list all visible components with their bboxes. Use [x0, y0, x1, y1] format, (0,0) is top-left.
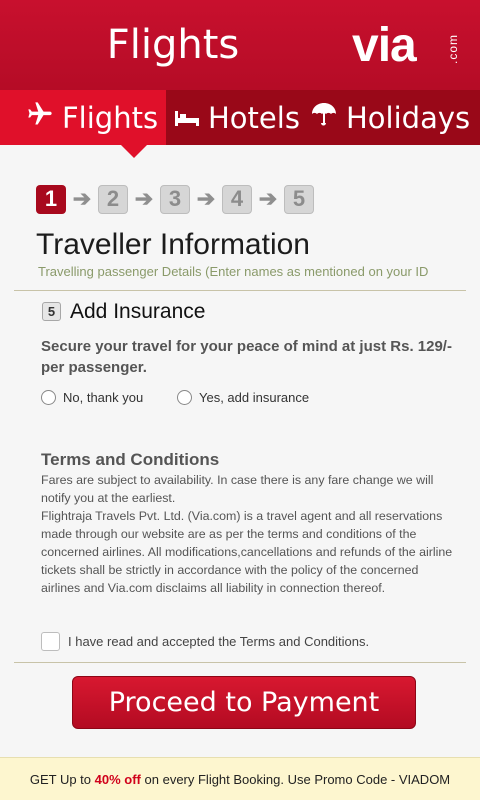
terms-accept-row[interactable]: I have read and accepted the Terms and C…	[41, 632, 369, 651]
terms-checkbox-label: I have read and accepted the Terms and C…	[68, 634, 370, 649]
divider	[14, 662, 466, 663]
insurance-description: Secure your travel for your peace of min…	[41, 338, 452, 376]
tab-holidays[interactable]: Holidays	[300, 90, 480, 145]
arrow-right-icon: ➔	[72, 186, 92, 211]
arrow-right-icon: ➔	[196, 186, 216, 211]
step-3: 3	[160, 184, 190, 214]
insurance-title: Add Insurance	[70, 300, 206, 323]
step-2: 2	[98, 184, 128, 214]
terms-checkbox[interactable]	[41, 632, 60, 651]
promo-prefix: GET Up to	[29, 771, 92, 787]
proceed-to-payment-button[interactable]: Proceed to Payment	[72, 676, 416, 729]
section-subtitle: Travelling passenger Details (Enter name…	[38, 264, 429, 279]
tab-flights[interactable]: Flights	[0, 90, 166, 145]
promo-highlight: 40% off	[94, 771, 141, 787]
app-header: Flights via .com	[0, 0, 480, 90]
page-title: Flights	[106, 22, 240, 68]
umbrella-icon	[310, 100, 346, 135]
terms-title: Terms and Conditions	[41, 450, 220, 469]
terms-body: Fares are subject to availability. In ca…	[41, 473, 453, 595]
via-logo[interactable]: via	[352, 22, 417, 70]
promo-suffix: on every Flight Booking. Use Promo Code …	[144, 771, 451, 787]
via-logo-domain: .com	[446, 34, 460, 65]
arrow-right-icon: ➔	[134, 186, 154, 211]
radio-no-insurance[interactable]: No, thank you	[41, 390, 143, 405]
airplane-icon	[26, 100, 62, 135]
divider	[14, 290, 466, 291]
section-title: Traveller Information	[36, 228, 310, 261]
insurance-step-badge: 5	[42, 302, 61, 321]
bed-icon	[174, 101, 208, 135]
active-tab-indicator	[121, 145, 147, 158]
step-1: 1	[36, 184, 66, 214]
radio-label: No, thank you	[63, 390, 144, 405]
radio-add-insurance[interactable]: Yes, add insurance	[177, 390, 309, 405]
radio-button[interactable]	[41, 390, 56, 405]
tab-bar: Flights Hotels Holidays	[0, 90, 480, 145]
tab-hotels[interactable]: Hotels	[166, 90, 300, 145]
step-5: 5	[284, 184, 314, 214]
tab-label: Flights	[62, 100, 159, 135]
step-indicator: 1 ➔ 2 ➔ 3 ➔ 4 ➔ 5	[36, 184, 314, 214]
tab-label: Holidays	[346, 100, 471, 135]
arrow-right-icon: ➔	[258, 186, 278, 211]
radio-button[interactable]	[177, 390, 192, 405]
tab-label: Hotels	[208, 100, 300, 135]
promo-banner[interactable]: GET Up to 40% off on every Flight Bookin…	[0, 757, 480, 800]
radio-label: Yes, add insurance	[199, 390, 310, 405]
step-4: 4	[222, 184, 252, 214]
